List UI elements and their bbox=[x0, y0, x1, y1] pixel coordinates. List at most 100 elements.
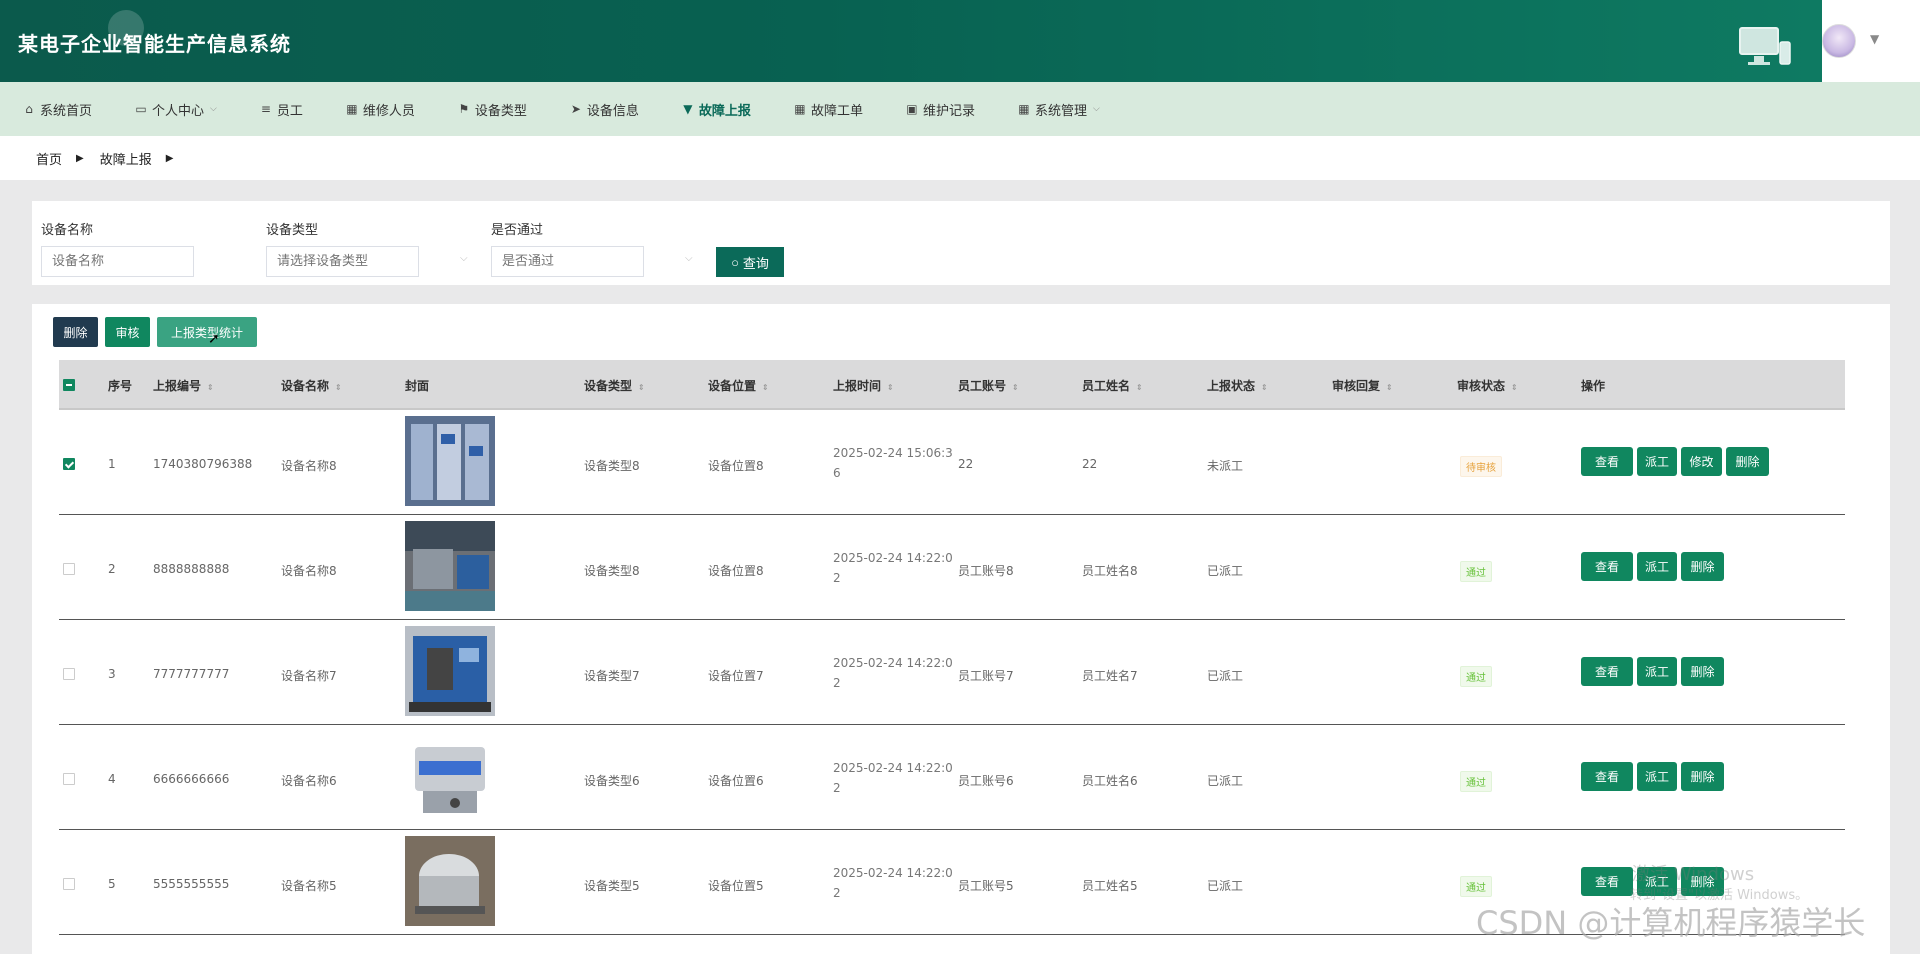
edit-button[interactable]: 修改 bbox=[1681, 447, 1722, 476]
nav-item-3[interactable]: ▦ 维修人员 bbox=[345, 100, 415, 119]
report-status: 已派工 bbox=[1207, 669, 1244, 683]
report-number: 6666666666 bbox=[153, 772, 230, 786]
column-header[interactable]: 上报编号 ⇕ bbox=[153, 377, 214, 394]
column-header[interactable]: 设备位置 ⇕ bbox=[708, 377, 769, 394]
delete-button[interactable]: 删除 bbox=[1681, 657, 1724, 686]
device-name: 设备名称7 bbox=[281, 669, 337, 683]
row-checkbox[interactable] bbox=[63, 458, 75, 470]
nav-item-8[interactable]: ▣ 维护记录 bbox=[905, 100, 975, 119]
employee-name: 员工姓名5 bbox=[1082, 879, 1138, 893]
breadcrumb: 首页 ▶ 故障上报 ▶ bbox=[0, 136, 1920, 180]
device-name: 设备名称6 bbox=[281, 774, 337, 788]
view-button[interactable]: 查看 bbox=[1581, 762, 1633, 791]
report-status: 已派工 bbox=[1207, 774, 1244, 788]
nav-item-2[interactable]: ≡ 员工 bbox=[259, 100, 303, 119]
nav-item-7[interactable]: ▦ 故障工单 bbox=[793, 100, 863, 119]
table-header: 序号 上报编号 ⇕ 设备名称 ⇕ 封面 设备类型 ⇕ 设备位置 ⇕ 上报时间 ⇕ 员工账号 ⇕ 员工姓名 ⇕ 上… bbox=[59, 360, 1845, 410]
delete-button[interactable]: 删除 bbox=[1681, 552, 1724, 581]
row-checkbox[interactable] bbox=[63, 668, 75, 680]
row-checkbox[interactable] bbox=[63, 878, 75, 890]
view-button[interactable]: 查看 bbox=[1581, 552, 1633, 581]
cover-image[interactable] bbox=[405, 521, 495, 611]
column-header[interactable]: 设备名称 ⇕ bbox=[281, 377, 342, 394]
row-checkbox[interactable] bbox=[63, 773, 75, 785]
report-status: 已派工 bbox=[1207, 879, 1244, 893]
column-header-label: 员工姓名 bbox=[1082, 379, 1131, 393]
report-number: 8888888888 bbox=[153, 562, 230, 576]
dispatch-button[interactable]: 派工 bbox=[1637, 762, 1677, 791]
sort-icon[interactable]: ⇕ bbox=[1012, 383, 1019, 392]
user-avatar[interactable] bbox=[1822, 24, 1856, 58]
column-header[interactable]: 上报时间 ⇕ bbox=[833, 377, 894, 394]
cover-image[interactable] bbox=[405, 626, 495, 716]
device-type: 设备类型8 bbox=[584, 459, 640, 473]
cover-image[interactable] bbox=[405, 731, 495, 821]
app-title: 某电子企业智能生产信息系统 bbox=[18, 32, 291, 56]
sort-icon[interactable]: ⇕ bbox=[207, 383, 214, 392]
employee-account: 员工账号7 bbox=[958, 669, 1014, 683]
sort-icon[interactable]: ⇕ bbox=[335, 383, 342, 392]
dispatch-button[interactable]: 派工 bbox=[1637, 447, 1677, 476]
column-header-label: 设备位置 bbox=[708, 379, 757, 393]
row-index: 5 bbox=[108, 877, 116, 891]
dispatch-button[interactable]: 派工 bbox=[1637, 657, 1677, 686]
sort-icon[interactable]: ⇕ bbox=[1511, 383, 1518, 392]
delete-button[interactable]: 删除 bbox=[1681, 762, 1724, 791]
column-header[interactable]: 设备类型 ⇕ bbox=[584, 377, 645, 394]
query-button[interactable]: ○ 查询 bbox=[716, 247, 784, 277]
column-header[interactable]: 员工账号 ⇕ bbox=[958, 377, 1019, 394]
cover-image[interactable] bbox=[405, 836, 495, 926]
passed-label: 是否通过 bbox=[491, 223, 544, 238]
column-header[interactable]: 上报状态 ⇕ bbox=[1207, 377, 1268, 394]
device-type: 设备类型6 bbox=[584, 774, 640, 788]
nav-item-9[interactable]: ▦ 系统管理 ⌵ bbox=[1017, 100, 1100, 119]
device-type: 设备类型8 bbox=[584, 564, 640, 578]
sort-icon[interactable]: ⇕ bbox=[762, 383, 769, 392]
bulk-delete-button[interactable]: 删除 bbox=[53, 317, 98, 347]
view-button[interactable]: 查看 bbox=[1581, 867, 1633, 896]
chevron-down-icon[interactable]: ▼ bbox=[1870, 32, 1879, 46]
nav-item-5[interactable]: ➤ 设备信息 bbox=[569, 100, 639, 119]
sort-icon[interactable]: ⇕ bbox=[1136, 383, 1143, 392]
report-status: 未派工 bbox=[1207, 459, 1244, 473]
review-status-badge: 通过 bbox=[1460, 561, 1492, 582]
chevron-right-icon: ▶ bbox=[76, 152, 84, 164]
report-time: 2025-02-24 14:22:02 bbox=[833, 866, 953, 900]
nav-item-label: 系统管理 bbox=[1034, 103, 1087, 119]
cover-image[interactable] bbox=[405, 416, 495, 506]
row-index: 3 bbox=[108, 667, 116, 681]
nav-item-4[interactable]: ⚑ 设备类型 bbox=[457, 100, 527, 119]
app-header: 某电子企业智能生产信息系统 ▼ bbox=[0, 0, 1920, 82]
mouse-cursor-icon: ➚ bbox=[208, 331, 220, 347]
nav-item-6[interactable]: ▼ 故障上报 bbox=[681, 100, 751, 119]
report-type-stats-button[interactable]: 上报类型统计 bbox=[157, 317, 257, 347]
chevron-right-icon: ▶ bbox=[165, 152, 174, 164]
select-all-checkbox[interactable] bbox=[63, 379, 75, 391]
report-number: 7777777777 bbox=[153, 667, 230, 681]
nav-item-label: 个人中心 bbox=[152, 103, 205, 119]
row-checkbox[interactable] bbox=[63, 563, 75, 575]
column-header-label: 审核状态 bbox=[1457, 379, 1506, 393]
sort-icon[interactable]: ⇕ bbox=[1261, 383, 1268, 392]
column-header[interactable]: 审核状态 ⇕ bbox=[1457, 377, 1518, 394]
breadcrumb-home[interactable]: 首页 bbox=[36, 149, 62, 168]
review-button[interactable]: 审核 bbox=[105, 317, 150, 347]
sort-icon[interactable]: ⇕ bbox=[1386, 383, 1393, 392]
view-button[interactable]: 查看 bbox=[1581, 657, 1633, 686]
delete-button[interactable]: 删除 bbox=[1726, 447, 1769, 476]
nav-item-0[interactable]: ⌂ 系统首页 bbox=[22, 100, 92, 119]
row-index: 1 bbox=[108, 457, 116, 471]
passed-select[interactable] bbox=[491, 246, 644, 277]
view-button[interactable]: 查看 bbox=[1581, 447, 1633, 476]
dispatch-button[interactable]: 派工 bbox=[1637, 552, 1677, 581]
sort-icon[interactable]: ⇕ bbox=[887, 383, 894, 392]
column-header-label: 设备名称 bbox=[281, 379, 330, 393]
table-row: 1 1740380796388 设备名称8 设备类型8 设备位置8 22 22 未派工 2025… bbox=[59, 410, 1845, 515]
column-header[interactable]: 员工姓名 ⇕ bbox=[1082, 377, 1143, 394]
device-type-select[interactable] bbox=[266, 246, 419, 277]
device-name-input[interactable] bbox=[41, 246, 194, 277]
nav-item-1[interactable]: ▭ 个人中心 ⌵ bbox=[134, 100, 217, 119]
column-header[interactable]: 审核回复 ⇕ bbox=[1332, 377, 1393, 394]
device-name: 设备名称5 bbox=[281, 879, 337, 893]
sort-icon[interactable]: ⇕ bbox=[638, 383, 645, 392]
